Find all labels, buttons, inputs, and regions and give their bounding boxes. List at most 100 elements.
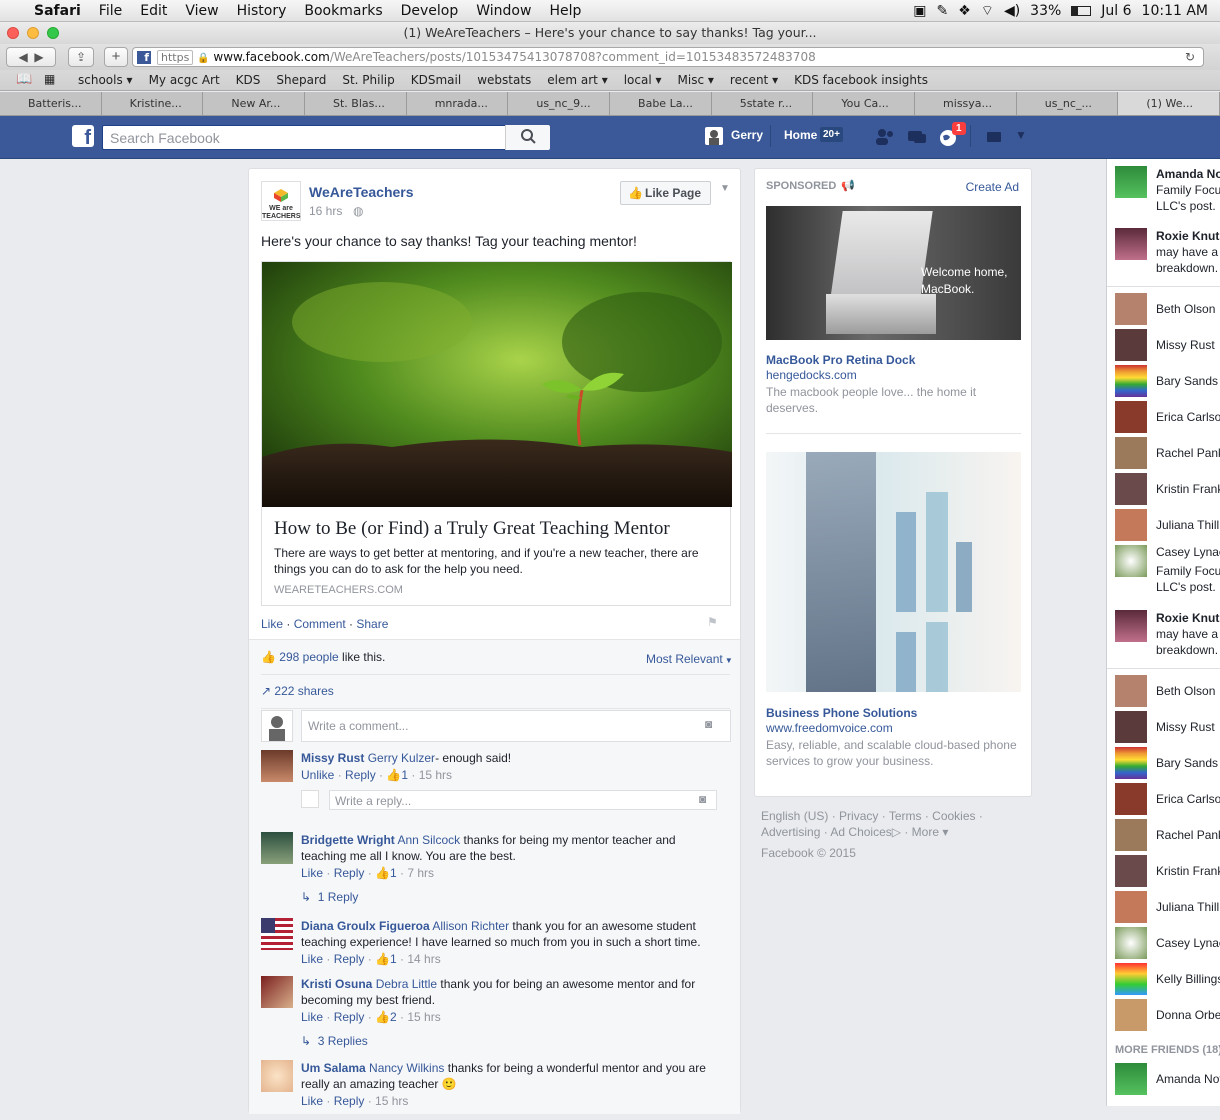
ticker-story[interactable]: Family Focu LLC's post.: [1156, 563, 1220, 595]
comment-time[interactable]: 15 hrs: [407, 1010, 440, 1024]
chat-friend[interactable]: Amanda Not: [1115, 1063, 1220, 1095]
comment-author[interactable]: Kristi Osuna: [301, 977, 372, 991]
date[interactable]: Jul 6: [1101, 3, 1131, 19]
comment-like-icon[interactable]: 👍: [386, 768, 401, 782]
unlike-link[interactable]: Unlike: [301, 768, 334, 782]
wifi-icon[interactable]: ⌔: [981, 2, 994, 20]
home-link[interactable]: Home: [784, 128, 817, 142]
likes-count[interactable]: 298 people: [279, 650, 338, 664]
friend-requests-icon[interactable]: [874, 128, 896, 146]
search-button[interactable]: [505, 125, 550, 150]
comment-author[interactable]: Bridgette Wright: [301, 833, 395, 847]
browser-tab[interactable]: New Ar...: [203, 92, 306, 115]
menu-bookmarks[interactable]: Bookmarks: [295, 0, 391, 22]
ticker-story[interactable]: Roxie Knuts may have a breakdown.: [1115, 610, 1220, 660]
bookmark-item[interactable]: My acgc Art: [149, 73, 220, 87]
reply-link[interactable]: Reply: [334, 1010, 365, 1024]
reply-link[interactable]: Reply: [334, 866, 365, 880]
chat-friend[interactable]: Beth Olson: [1115, 675, 1220, 707]
share-button[interactable]: ⇪: [68, 47, 94, 67]
zoom-window-button[interactable]: [47, 27, 59, 39]
replies-toggle[interactable]: ↳ 1 Reply: [301, 890, 358, 904]
chat-friend[interactable]: Bary Sands: [1115, 365, 1220, 397]
comment-author[interactable]: Diana Groulx Figueroa: [301, 919, 430, 933]
ad-title[interactable]: MacBook Pro Retina Dock: [766, 353, 915, 367]
close-window-button[interactable]: [7, 27, 19, 39]
chat-friend[interactable]: Kelly Billings: [1115, 963, 1220, 995]
browser-tab[interactable]: missya...: [915, 92, 1017, 115]
bookmark-item[interactable]: recent ▾: [730, 73, 778, 87]
comment-avatar[interactable]: [261, 832, 293, 864]
bookmark-item[interactable]: elem art ▾: [547, 73, 607, 87]
replies-count[interactable]: 3 Replies: [318, 1034, 368, 1048]
comment-likes[interactable]: 2: [390, 1010, 397, 1024]
link-title[interactable]: How to Be (or Find) a Truly Great Teachi…: [274, 518, 670, 540]
comment-like-icon[interactable]: 👍: [375, 866, 390, 880]
battery-icon[interactable]: [1071, 5, 1092, 16]
menu-help[interactable]: Help: [540, 0, 590, 22]
browser-tab[interactable]: us_nc_9...: [508, 92, 611, 115]
reload-icon[interactable]: ↻: [1185, 48, 1195, 66]
reply-input[interactable]: Write a reply...: [329, 790, 717, 810]
bookmark-item[interactable]: schools ▾: [78, 73, 133, 87]
dropbox-icon[interactable]: ❖: [958, 3, 971, 19]
back-forward-buttons[interactable]: ◀ ▶: [6, 47, 56, 67]
comment-like-icon[interactable]: 👍: [375, 952, 390, 966]
bookmark-item[interactable]: St. Philip: [342, 73, 394, 87]
like-action[interactable]: Like: [261, 617, 283, 631]
chat-friend[interactable]: Casey Lynae: [1115, 927, 1220, 959]
footer-link[interactable]: Terms: [889, 809, 922, 823]
browser-tab[interactable]: You Ca...: [813, 92, 916, 115]
footer-link[interactable]: More: [912, 825, 939, 839]
replies-toggle[interactable]: ↳ 3 Replies: [301, 1034, 368, 1048]
like-page-button[interactable]: 👍 Like Page: [620, 181, 711, 205]
facebook-logo-icon[interactable]: f: [72, 125, 94, 149]
sort-dropdown[interactable]: Most Relevant ▼: [646, 652, 733, 666]
comment-likes[interactable]: 1: [401, 768, 408, 782]
comment-tag[interactable]: Gerry Kulzer: [368, 751, 435, 765]
comment-avatar[interactable]: [261, 918, 293, 950]
comment-tag[interactable]: Nancy Wilkins: [369, 1061, 444, 1075]
ad-image-macbook[interactable]: Welcome home, MacBook.: [766, 206, 1021, 340]
footer-link[interactable]: Ad Choices: [830, 825, 891, 839]
comment-avatar[interactable]: [261, 976, 293, 1008]
bookmark-item[interactable]: local ▾: [624, 73, 662, 87]
browser-tab[interactable]: Babe La...: [610, 92, 712, 115]
ad-domain[interactable]: www.freedomvoice.com: [766, 721, 893, 735]
display-icon[interactable]: ▣: [913, 3, 926, 19]
ticker-story[interactable]: Roxie Knuts may have a breakdown.: [1115, 228, 1220, 278]
top-sites-icon[interactable]: ▦: [44, 72, 55, 86]
chat-friend[interactable]: Beth Olson: [1115, 293, 1220, 325]
bookmark-item[interactable]: KDS facebook insights: [794, 73, 928, 87]
footer-link[interactable]: Privacy: [839, 809, 878, 823]
camera-icon[interactable]: ◙: [705, 717, 712, 731]
chat-friend[interactable]: Rachel Pank: [1115, 819, 1220, 851]
comment-input[interactable]: Write a comment...: [301, 710, 731, 742]
like-link[interactable]: Like: [301, 952, 323, 966]
flag-icon[interactable]: ⚑: [707, 615, 718, 629]
browser-tab[interactable]: Batteris...: [0, 92, 102, 115]
chevron-down-icon[interactable]: ▼: [720, 183, 730, 194]
account-menu-icon[interactable]: ▼: [1015, 128, 1027, 142]
page-logo[interactable]: WE are TEACHERS: [261, 181, 301, 221]
comment-tag[interactable]: Debra Little: [376, 977, 437, 991]
privacy-shortcuts-icon[interactable]: [986, 130, 1004, 144]
menu-app[interactable]: Safari: [25, 0, 90, 22]
comment-avatar[interactable]: [261, 1060, 293, 1092]
pen-icon[interactable]: ✎: [936, 3, 948, 19]
replies-count[interactable]: 1 Reply: [318, 890, 359, 904]
post-time[interactable]: 16 hrs: [309, 204, 342, 218]
comment-author[interactable]: Um Salama: [301, 1061, 366, 1075]
new-tab-button[interactable]: +: [104, 47, 128, 67]
chat-friend[interactable]: Donna Orbe: [1115, 999, 1220, 1031]
comment-likes[interactable]: 1: [390, 866, 397, 880]
profile-link[interactable]: Gerry: [731, 128, 763, 142]
browser-tab[interactable]: St. Blas...: [305, 92, 407, 115]
reply-link[interactable]: Reply: [345, 768, 376, 782]
create-ad-link[interactable]: Create Ad: [966, 180, 1019, 194]
comment-avatar[interactable]: [261, 750, 293, 782]
page-name[interactable]: WeAreTeachers: [309, 184, 414, 200]
reading-list-icon[interactable]: 📖: [16, 72, 32, 87]
reply-link[interactable]: Reply: [334, 952, 365, 966]
bookmark-item[interactable]: KDSmail: [411, 73, 461, 87]
